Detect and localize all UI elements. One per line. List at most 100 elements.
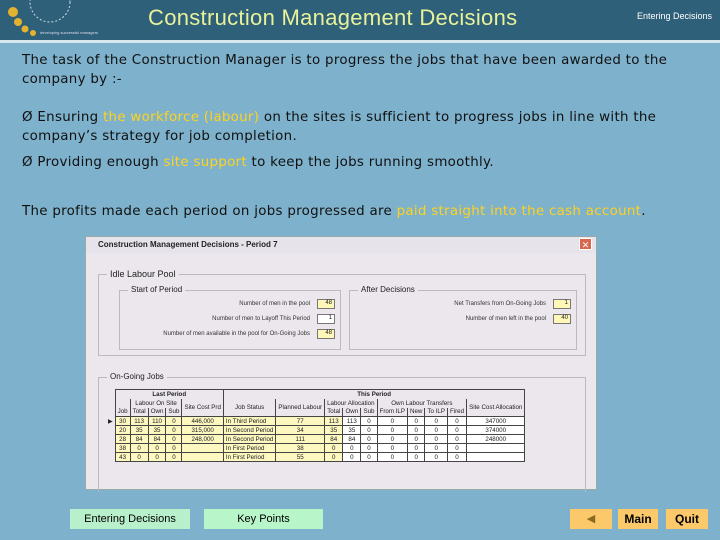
table-cell[interactable]: 0 bbox=[360, 425, 378, 435]
table-cell[interactable]: 0 bbox=[360, 443, 378, 453]
profits-text: The profits made each period on jobs pro… bbox=[22, 204, 646, 219]
table-cell: 0 bbox=[147, 452, 167, 462]
field-label: Number of men in the pool bbox=[239, 301, 310, 307]
col-header: New bbox=[407, 407, 426, 417]
row-selector[interactable] bbox=[106, 443, 116, 453]
table-cell: 84 bbox=[129, 434, 149, 444]
table-cell bbox=[181, 452, 224, 462]
table-cell[interactable]: 0 bbox=[446, 452, 468, 462]
main-button[interactable]: Main bbox=[618, 509, 658, 529]
divider bbox=[0, 40, 720, 43]
table-cell: 0 bbox=[165, 452, 183, 462]
layoff-input[interactable]: 1 bbox=[317, 314, 335, 324]
table-cell[interactable]: 35 bbox=[342, 425, 362, 435]
table-cell bbox=[466, 443, 526, 453]
table-row[interactable]: 38 0 0 0 In First Period 38 0 0 0 0 0 0 0 bbox=[106, 443, 526, 453]
table-cell[interactable]: 0 bbox=[360, 434, 378, 444]
table-cell: 84 bbox=[324, 434, 344, 444]
page-title: Construction Management Decisions bbox=[148, 5, 518, 30]
col-header: Planned Labour bbox=[275, 398, 326, 417]
table-cell[interactable]: 0 bbox=[376, 416, 409, 426]
row-selector[interactable] bbox=[106, 452, 116, 462]
table-cell[interactable]: 0 bbox=[376, 443, 409, 453]
back-arrow-icon[interactable]: ◀ bbox=[570, 509, 612, 529]
table-cell: 248000 bbox=[466, 434, 526, 444]
table-cell[interactable]: 0 bbox=[424, 443, 448, 453]
header-labour-on-site: Labour On Site bbox=[129, 398, 183, 408]
table-cell: 35 bbox=[129, 425, 149, 435]
table-cell[interactable]: 0 bbox=[407, 443, 426, 453]
table-cell: 0 bbox=[165, 416, 183, 426]
row-selector[interactable] bbox=[106, 434, 116, 444]
table-cell[interactable]: 0 bbox=[342, 443, 362, 453]
col-header: Total bbox=[129, 407, 149, 417]
table-cell[interactable]: 0 bbox=[424, 425, 448, 435]
row-selector[interactable]: ▶ bbox=[106, 416, 116, 426]
table-cell[interactable]: 84 bbox=[342, 434, 362, 444]
table-cell[interactable]: 0 bbox=[407, 425, 426, 435]
table-cell: 110 bbox=[147, 416, 167, 426]
table-cell: 315,000 bbox=[181, 425, 224, 435]
table-cell: 55 bbox=[275, 452, 326, 462]
table-cell: In Second Period bbox=[222, 425, 277, 435]
col-header: Own bbox=[342, 407, 362, 417]
key-points-button[interactable]: Key Points bbox=[204, 509, 323, 529]
net-transfers-field: 1 bbox=[553, 299, 571, 309]
table-cell[interactable]: 0 bbox=[424, 434, 448, 444]
table-cell[interactable]: 0 bbox=[407, 416, 426, 426]
table-cell: 0 bbox=[324, 443, 344, 453]
start-of-period-group: Start of Period Number of men in the poo… bbox=[119, 285, 341, 350]
decisions-dialog: Construction Management Decisions - Peri… bbox=[85, 236, 597, 492]
table-cell[interactable]: 0 bbox=[360, 416, 378, 426]
table-cell[interactable]: 0 bbox=[342, 452, 362, 462]
table-cell[interactable]: 0 bbox=[376, 425, 409, 435]
table-cell: In First Period bbox=[222, 443, 277, 453]
intro-text: The task of the Construction Manager is … bbox=[22, 53, 668, 87]
table-cell[interactable]: 0 bbox=[360, 452, 378, 462]
table-cell: 28 bbox=[114, 434, 131, 444]
col-header: Site Cost Prd bbox=[181, 398, 224, 417]
table-row[interactable]: 43 0 0 0 In First Period 55 0 0 0 0 0 0 0 bbox=[106, 452, 526, 462]
table-cell[interactable]: 0 bbox=[424, 452, 448, 462]
col-header: Own bbox=[147, 407, 167, 417]
table-cell bbox=[466, 452, 526, 462]
table-cell[interactable]: 0 bbox=[376, 452, 409, 462]
row-selector[interactable] bbox=[106, 425, 116, 435]
field-label: Number of men left in the pool bbox=[465, 316, 546, 322]
bullet-workforce: Ø Ensuring the workforce (labour) on the… bbox=[22, 110, 657, 144]
col-header: Fired bbox=[446, 407, 468, 417]
table-cell: 35 bbox=[324, 425, 344, 435]
jobs-table: Last Period This Period Labour On Site Sit… bbox=[106, 389, 526, 462]
table-cell[interactable]: 0 bbox=[446, 416, 468, 426]
col-header: Site Cost Allocation bbox=[466, 398, 526, 417]
table-cell[interactable]: 0 bbox=[424, 416, 448, 426]
table-cell: 43 bbox=[114, 452, 131, 462]
col-header: Sub bbox=[360, 407, 378, 417]
tagline: developing successful managers bbox=[40, 30, 99, 35]
table-row[interactable]: 20 35 35 0 315,000 In Second Period 34 35 35 0 0 0 0… bbox=[106, 425, 526, 435]
table-cell: 0 bbox=[165, 434, 183, 444]
table-cell[interactable]: 0 bbox=[407, 452, 426, 462]
table-cell: 34 bbox=[275, 425, 326, 435]
field-label: Number of men available in the pool for … bbox=[163, 331, 310, 337]
table-cell: 0 bbox=[165, 443, 183, 453]
table-cell: 0 bbox=[165, 425, 183, 435]
col-header: Sub bbox=[165, 407, 183, 417]
col-header: Job Status bbox=[222, 398, 277, 417]
table-cell[interactable]: 0 bbox=[407, 434, 426, 444]
table-cell: 347000 bbox=[466, 416, 526, 426]
after-decisions-group: After Decisions Net Transfers from On-Go… bbox=[349, 285, 577, 350]
quit-button[interactable]: Quit bbox=[666, 509, 708, 529]
entering-decisions-button[interactable]: Entering Decisions bbox=[70, 509, 190, 529]
table-row[interactable]: ▶ 30 113 110 0 446,000 In Third Period 77 113 113… bbox=[106, 416, 526, 426]
group-label: After Decisions bbox=[358, 285, 418, 294]
table-cell[interactable]: 0 bbox=[446, 425, 468, 435]
table-cell[interactable]: 0 bbox=[446, 443, 468, 453]
field-label: Number of men to Layoff This Period bbox=[212, 316, 310, 322]
table-cell: 0 bbox=[129, 452, 149, 462]
table-row[interactable]: 28 84 84 0 248,000 In Second Period 111 84 84 0 0 0… bbox=[106, 434, 526, 444]
close-icon[interactable]: ✕ bbox=[579, 238, 592, 250]
table-cell[interactable]: 0 bbox=[376, 434, 409, 444]
table-cell[interactable]: 0 bbox=[446, 434, 468, 444]
table-cell[interactable]: 113 bbox=[342, 416, 362, 426]
